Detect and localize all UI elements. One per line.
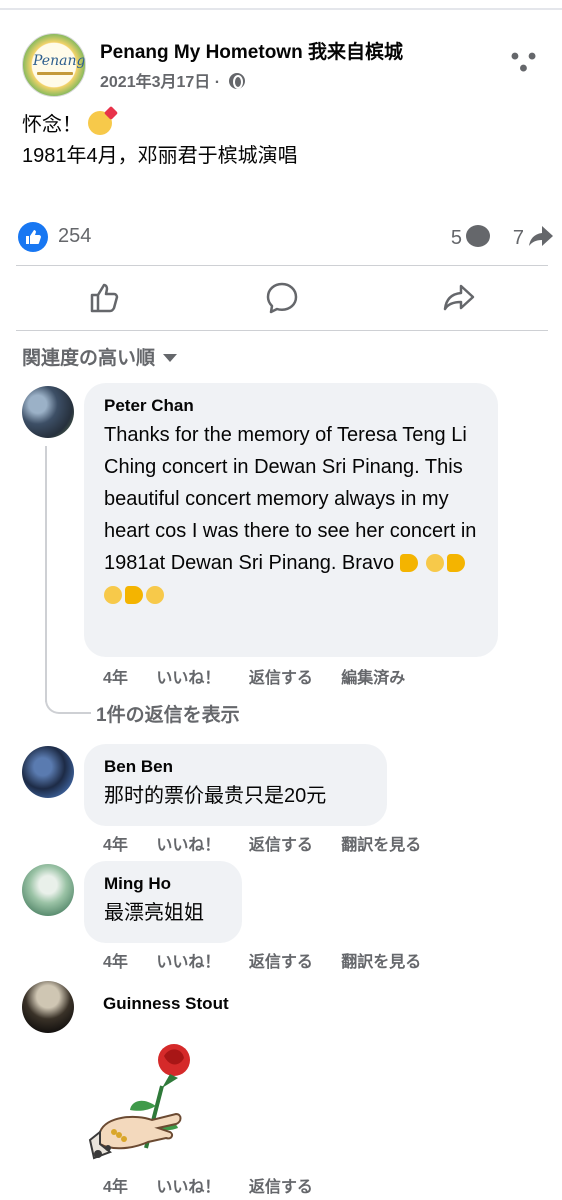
share-button[interactable] <box>371 266 548 330</box>
share-icon <box>444 284 475 311</box>
comment-bubble-icon <box>466 225 490 247</box>
thumbs-up-emoji-icon <box>125 586 143 604</box>
share-count-number: 7 <box>512 227 524 249</box>
globe-icon <box>228 73 245 89</box>
share-arrow-icon <box>529 226 553 246</box>
post-text-line-1-text: 怀念！ <box>22 114 82 136</box>
comment-sort-dropdown[interactable]: 関連度の高い順 <box>22 343 178 370</box>
thumbs-up-emoji-icon <box>447 554 466 572</box>
like-count[interactable]: 254 <box>58 225 91 248</box>
avatar[interactable] <box>22 864 74 916</box>
action-bar <box>16 266 548 330</box>
thumbs-up-emoji-icon <box>399 554 418 572</box>
edited-label: 編集済み <box>341 670 406 687</box>
see-translation-button[interactable]: 翻訳を見る <box>341 954 421 971</box>
clapping-hands-emoji-icon <box>426 554 445 572</box>
post-header: Penang Penang My Hometown 我来自槟城 2021年3月1… <box>22 33 542 97</box>
like-button[interactable] <box>16 266 193 330</box>
comment-timestamp[interactable]: 4年 <box>103 837 128 854</box>
thumbs-up-icon <box>90 283 118 313</box>
comment-actions: 4年 いいね！ 返信する 翻訳を見る <box>103 948 445 972</box>
page-name[interactable]: Penang My Hometown 我来自槟城 <box>100 37 403 64</box>
comment-author[interactable]: Ming Ho <box>104 873 222 895</box>
chevron-down-icon <box>163 354 178 362</box>
post-stats: 254 5 7 <box>18 220 554 254</box>
clapping-hands-emoji-icon <box>104 586 122 604</box>
thread-line <box>45 446 47 702</box>
post-date: 2021年3月17日 · <box>100 68 245 92</box>
see-translation-button[interactable]: 翻訳を見る <box>341 837 421 854</box>
actions-divider <box>16 330 548 331</box>
like-reaction-icon[interactable] <box>18 222 48 252</box>
comment-actions: 4年 いいね！ 返信する 編集済み <box>103 664 429 688</box>
comment-like-button[interactable]: いいね！ <box>156 954 220 971</box>
post-text-line-2: 1981年4月，邓丽君于槟城演唱 <box>22 145 298 167</box>
comment-actions: 4年 いいね！ 返信する 翻訳を見る <box>103 831 445 855</box>
comment-like-button[interactable]: いいね！ <box>156 670 220 687</box>
comment-timestamp[interactable]: 4年 <box>103 670 128 687</box>
comment-like-button[interactable]: いいね！ <box>156 1179 220 1196</box>
comment-actions: 4年 いいね！ 返信する <box>103 1173 337 1197</box>
comment-button[interactable] <box>193 266 370 330</box>
comment-reply-button[interactable]: 返信する <box>249 837 313 854</box>
comment-author[interactable]: Peter Chan <box>104 395 478 417</box>
comment-count[interactable]: 5 <box>451 225 490 250</box>
comment-text: 最漂亮姐姐 <box>104 902 204 924</box>
avatar[interactable] <box>22 981 74 1033</box>
comment-text: Thanks for the memory of Teresa Teng Li … <box>104 419 478 611</box>
share-count[interactable]: 7 <box>513 225 554 250</box>
comment-reply-button[interactable]: 返信する <box>249 1179 313 1196</box>
clapping-hands-emoji-icon <box>146 586 164 604</box>
comment-bubble: Ming Ho 最漂亮姐姐 <box>84 861 242 943</box>
page-avatar[interactable]: Penang <box>22 33 86 97</box>
view-replies-link[interactable]: 1件の返信を表示 <box>96 700 240 727</box>
comment-text-content: Thanks for the memory of Teresa Teng Li … <box>104 424 477 574</box>
comment-reply-button[interactable]: 返信する <box>249 670 313 687</box>
more-options-icon[interactable]: • • • <box>506 45 542 81</box>
smiling-face-with-hearts-icon <box>87 111 112 135</box>
comment-count-number: 5 <box>450 227 462 249</box>
thread-connector <box>45 690 91 714</box>
comment-icon <box>266 282 298 314</box>
post-text-line-1: 怀念！ <box>22 110 542 141</box>
avatar[interactable] <box>22 746 74 798</box>
comment-bubble: Ben Ben 那时的票价最贵只是20元 <box>84 744 387 826</box>
comment-reply-button[interactable]: 返信する <box>249 954 313 971</box>
comment-text: 那时的票价最贵只是20元 <box>104 785 327 807</box>
post-text: 怀念！ 1981年4月，邓丽君于槟城演唱 <box>22 110 542 172</box>
rose-hand-sticker[interactable] <box>86 1036 216 1166</box>
comment-timestamp[interactable]: 4年 <box>103 954 128 971</box>
comment-sort-label: 関連度の高い順 <box>22 348 156 369</box>
post-date-text[interactable]: 2021年3月17日 · <box>100 74 220 91</box>
page-logo-text: Penang <box>33 53 86 69</box>
page-logo-underline <box>37 72 73 75</box>
comment-timestamp[interactable]: 4年 <box>103 1179 128 1196</box>
comment-like-button[interactable]: いいね！ <box>156 837 220 854</box>
comment-bubble: Peter Chan Thanks for the memory of Tere… <box>84 383 498 657</box>
comment-author[interactable]: Ben Ben <box>104 756 367 778</box>
top-divider <box>0 8 562 10</box>
avatar[interactable] <box>22 386 74 438</box>
comment-author[interactable]: Guinness Stout <box>103 993 229 1015</box>
